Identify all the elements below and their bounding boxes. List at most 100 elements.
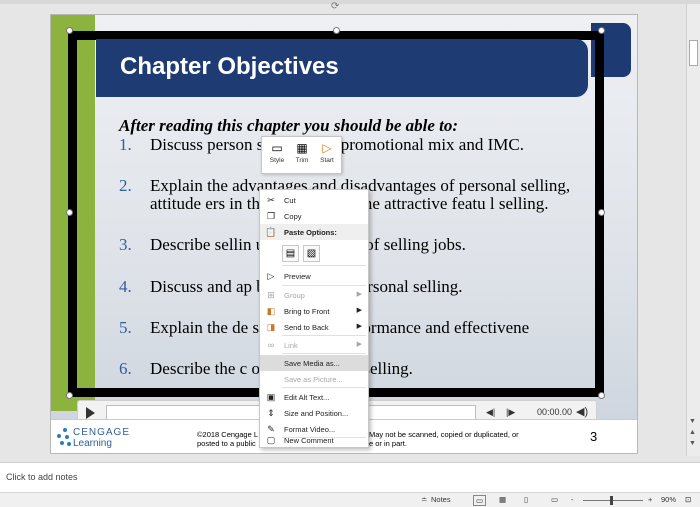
objective-number: 2. — [119, 176, 132, 195]
resize-handle[interactable] — [66, 392, 73, 399]
scissors-icon: ✂ — [267, 195, 275, 205]
slide-page-number: 3 — [590, 429, 598, 444]
notes-toggle-button[interactable]: Notes — [431, 495, 451, 504]
objective-text: Explain the de salesperson performance a… — [150, 318, 530, 337]
objective-number: 6. — [119, 359, 132, 378]
group-icon: ⊞ — [267, 290, 275, 300]
menu-item-bring-to-front[interactable]: ◧ Bring to Front ▶ — [260, 303, 368, 319]
resize-handle[interactable] — [598, 209, 605, 216]
size-position-icon: ⇕ — [267, 408, 275, 418]
resize-handle[interactable] — [333, 27, 340, 34]
context-menu: ✂ Cut ❐ Copy 📋 Paste Options: ▤ ▧ ▷ Prev… — [259, 189, 369, 448]
menu-separator — [282, 285, 366, 286]
start-button[interactable]: ▷ Start — [315, 139, 339, 173]
rewind-icon[interactable]: ◀| — [486, 407, 495, 418]
notes-pane[interactable]: Click to add notes — [0, 462, 700, 492]
objective-text: Discuss person s role in the promotional… — [150, 135, 524, 154]
menu-item-save-as-picture[interactable]: Save as Picture... — [260, 371, 368, 387]
status-bar: ≐ Notes ▭ ▦ ▯ ▭ - + 90% ⊡ — [0, 492, 700, 507]
next-slide-icon[interactable]: ▼ — [689, 440, 696, 448]
objective-text: Describe sellin uties, and types of sell… — [150, 235, 466, 254]
scrollbar-thumb[interactable] — [689, 40, 698, 66]
fit-slide-icon[interactable]: ⊡ — [685, 495, 691, 504]
slide-title: Chapter Objectives — [120, 53, 339, 80]
resize-handle[interactable] — [66, 27, 73, 34]
alt-text-icon: ▣ — [266, 392, 276, 402]
trim-button[interactable]: ▦ Trim — [290, 139, 314, 173]
trim-icon: ▦ — [296, 141, 308, 155]
menu-item-cut[interactable]: ✂ Cut — [260, 192, 368, 208]
menu-item-preview[interactable]: ▷ Preview — [260, 268, 368, 284]
comment-icon: ▢ — [266, 435, 276, 445]
forward-icon[interactable]: |▶ — [506, 407, 515, 418]
menu-item-new-comment[interactable]: ▢ New Comment — [260, 432, 368, 448]
scroll-down-icon[interactable]: ▼ — [689, 418, 696, 426]
menu-separator — [282, 353, 366, 354]
resize-handle[interactable] — [598, 392, 605, 399]
paste-keep-source-icon[interactable]: ▤ — [282, 245, 299, 262]
copy-icon: ❐ — [266, 211, 276, 221]
objective-number: 5. — [119, 318, 132, 337]
menu-separator — [282, 387, 366, 388]
cengage-logo-icon — [57, 428, 71, 448]
reading-view-icon[interactable]: ▯ — [524, 495, 528, 504]
start-icon: ▷ — [322, 141, 332, 155]
copyright-line-2: posted to a public — [197, 439, 256, 448]
objective-number: 3. — [119, 235, 132, 254]
vertical-scrollbar[interactable]: ▼ ▲ ▼ — [686, 4, 700, 456]
paste-options-row: ▤ ▧ — [260, 243, 368, 265]
menu-item-send-to-back[interactable]: ◨ Send to Back ▶ — [260, 319, 368, 335]
objective-number: 4. — [119, 277, 132, 296]
link-icon: ∞ — [267, 340, 275, 350]
menu-paste-options-header: 📋 Paste Options: — [260, 224, 368, 240]
menu-separator — [282, 335, 366, 336]
media-time: 00:00.00 — [537, 407, 573, 417]
menu-item-link[interactable]: ∞ Link ▶ — [260, 337, 368, 353]
menu-item-save-media-as[interactable]: Save Media as... — [260, 355, 368, 371]
submenu-arrow-icon: ▶ — [356, 323, 362, 330]
play-icon[interactable] — [86, 407, 95, 419]
top-strip — [0, 0, 700, 4]
objective-number: 1. — [119, 135, 132, 154]
submenu-arrow-icon: ▶ — [356, 341, 362, 348]
video-style-icon: ▭ — [271, 141, 283, 155]
volume-icon[interactable]: ◀) — [576, 405, 588, 418]
menu-item-copy[interactable]: ❐ Copy — [260, 208, 368, 224]
objective-text: Explain the advantages and disadvantages… — [150, 176, 571, 213]
zoom-out-button[interactable]: - — [571, 495, 574, 504]
bring-to-front-icon: ◧ — [266, 306, 276, 316]
previous-slide-icon[interactable]: ▲ — [689, 429, 696, 437]
preview-play-icon: ▷ — [267, 271, 275, 281]
send-to-back-icon: ◨ — [266, 322, 276, 332]
slide-sorter-icon[interactable]: ▦ — [499, 495, 506, 504]
submenu-arrow-icon: ▶ — [356, 307, 362, 314]
notes-icon[interactable]: ≐ — [421, 495, 427, 504]
clipboard-icon: 📋 — [265, 227, 277, 237]
resize-handle[interactable] — [66, 209, 73, 216]
objective-text: Describe the c of excellence in selling. — [150, 359, 413, 378]
slideshow-icon[interactable]: ▭ — [551, 495, 558, 504]
menu-item-size-and-position[interactable]: ⇕ Size and Position... — [260, 405, 368, 421]
submenu-arrow-icon: ▶ — [356, 291, 362, 298]
copyright-right-1: May not be scanned, copied or duplicated… — [369, 430, 519, 439]
zoom-slider-thumb[interactable] — [610, 496, 613, 505]
normal-view-icon[interactable]: ▭ — [473, 495, 487, 506]
menu-item-edit-alt-text[interactable]: ▣ Edit Alt Text... — [260, 389, 368, 405]
zoom-level[interactable]: 90% — [661, 495, 676, 504]
rotate-handle-icon[interactable]: ⟳ — [331, 1, 339, 12]
zoom-slider-track[interactable] — [583, 500, 643, 501]
mini-toolbar: ▭ Style ▦ Trim ▷ Start — [261, 136, 342, 174]
logo-text-bottom: Learning — [73, 438, 112, 449]
copyright-right-2: e or in part. — [369, 439, 407, 448]
copyright-line-1: ©2018 Cengage L — [197, 430, 258, 439]
zoom-in-button[interactable]: + — [648, 495, 652, 504]
slide-intro: After reading this chapter you should be… — [119, 116, 459, 135]
title-band: Chapter Objectives — [96, 39, 588, 97]
logo-text-top: CENGAGE — [73, 427, 131, 438]
menu-item-group[interactable]: ⊞ Group ▶ — [260, 287, 368, 303]
menu-separator — [282, 265, 366, 266]
style-button[interactable]: ▭ Style — [265, 139, 289, 173]
paste-picture-icon[interactable]: ▧ — [303, 245, 320, 262]
resize-handle[interactable] — [598, 27, 605, 34]
notes-placeholder[interactable]: Click to add notes — [6, 472, 78, 482]
